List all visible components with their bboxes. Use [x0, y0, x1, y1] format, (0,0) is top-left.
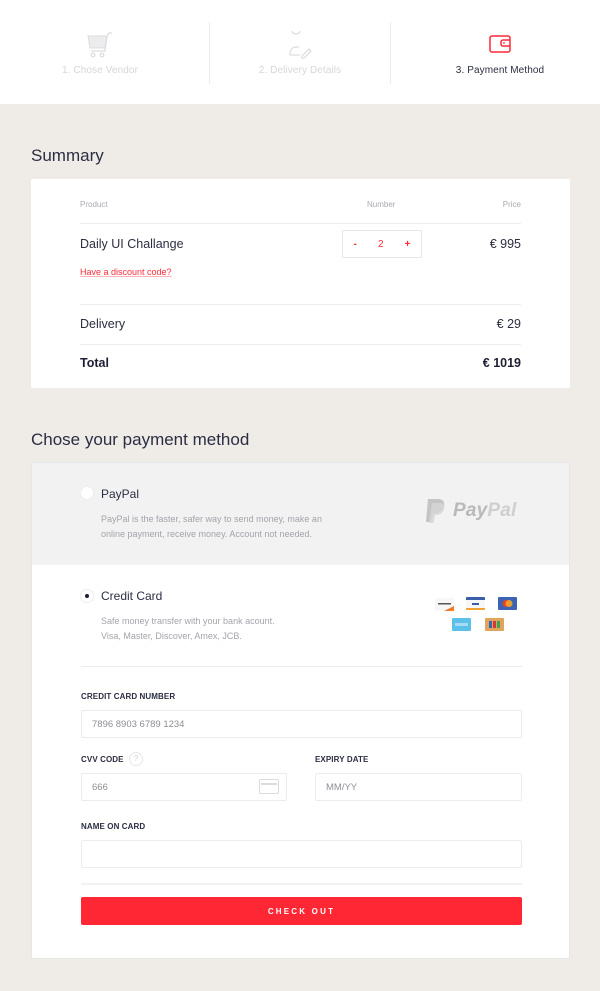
- paypal-radio[interactable]: [80, 486, 94, 500]
- step-divider: [390, 22, 391, 84]
- credit-card-radio[interactable]: [80, 589, 94, 603]
- discount-code-link[interactable]: Have a discount code?: [80, 267, 172, 277]
- mastercard-icon: [498, 597, 517, 610]
- step-label: 1. Chose Vendor: [62, 65, 138, 76]
- paypal-logo: PayPal: [425, 498, 517, 524]
- card-number-input[interactable]: [81, 710, 522, 738]
- payment-method-title: Chose your payment method: [31, 430, 250, 449]
- user-edit-icon: [286, 21, 314, 64]
- expiry-date-input[interactable]: [315, 773, 522, 801]
- checkout-steps: 1. Chose Vendor 2. Delivery Details 3. P…: [0, 0, 600, 104]
- column-header-product: Product: [80, 200, 108, 209]
- paypal-wordmark-pal: Pal: [487, 500, 517, 521]
- step-delivery-details[interactable]: 2. Delivery Details: [200, 0, 400, 104]
- column-header-price: Price: [502, 200, 521, 209]
- checkout-button[interactable]: CHECK OUT: [81, 897, 522, 925]
- paypal-description: PayPal is the faster, safer way to send …: [101, 512, 371, 542]
- card-logos: [432, 597, 522, 637]
- paypal-p-icon: [426, 499, 445, 523]
- visa-card-icon: [466, 597, 485, 610]
- divider: [81, 666, 522, 667]
- paypal-description-line: online payment, receive money. Account n…: [101, 529, 312, 539]
- name-on-card-input[interactable]: [81, 840, 522, 868]
- paypal-description-line: PayPal is the faster, safer way to send …: [101, 514, 322, 524]
- divider: [80, 344, 521, 345]
- step-label: 2. Delivery Details: [258, 65, 342, 76]
- paypal-option[interactable]: PayPal PayPal is the faster, safer way t…: [32, 463, 569, 565]
- step-payment-method[interactable]: 3. Payment Method: [400, 0, 600, 104]
- credit-card-icon: [259, 779, 279, 794]
- product-name: Daily UI Challange: [80, 237, 184, 251]
- discover-card-icon: [435, 598, 454, 611]
- cvv-input[interactable]: [81, 773, 287, 801]
- jcb-card-icon: [485, 618, 504, 631]
- credit-card-label: Credit Card: [101, 589, 163, 603]
- name-on-card-label: NAME ON CARD: [81, 822, 146, 831]
- cart-icon: [85, 31, 115, 64]
- summary-title: Summary: [31, 146, 104, 165]
- help-icon[interactable]: ?: [129, 752, 143, 766]
- increase-quantity-button[interactable]: +: [405, 239, 411, 250]
- credit-card-description: Safe money transfer with your bank acoun…: [101, 614, 371, 644]
- card-number-label: CREDIT CARD NUMBER: [81, 692, 176, 701]
- delivery-label: Delivery: [80, 317, 126, 331]
- divider: [81, 883, 522, 885]
- cvv-label: CVV CODE: [81, 755, 124, 764]
- divider: [80, 304, 521, 305]
- credit-card-description-line: Safe money transfer with your bank acoun…: [101, 616, 275, 626]
- paypal-label: PayPal: [101, 487, 140, 501]
- wallet-icon: [489, 35, 511, 58]
- summary-card: Product Number Price Daily UI Challange …: [31, 179, 570, 388]
- total-label: Total: [80, 356, 109, 370]
- paypal-wordmark-pay: Pay: [453, 500, 488, 521]
- delivery-price: € 29: [496, 317, 521, 331]
- step-chose-vendor[interactable]: 1. Chose Vendor: [0, 0, 200, 104]
- expiry-date-label: EXPIRY DATE: [315, 755, 369, 764]
- product-price: € 995: [489, 237, 521, 251]
- step-label: 3. Payment Method: [455, 65, 545, 76]
- quantity-value: 2: [377, 238, 384, 250]
- amex-card-icon: [452, 618, 471, 631]
- quantity-stepper: - 2 +: [342, 230, 422, 258]
- decrease-quantity-button[interactable]: -: [354, 239, 357, 250]
- total-price: € 1019: [482, 356, 521, 370]
- column-header-number: Number: [367, 200, 396, 209]
- credit-card-description-line: Visa, Master, Discover, Amex, JCB.: [101, 631, 242, 641]
- divider: [80, 223, 521, 224]
- paypal-wordmark: PayPal: [453, 500, 517, 522]
- payment-card: PayPal PayPal is the faster, safer way t…: [31, 462, 570, 959]
